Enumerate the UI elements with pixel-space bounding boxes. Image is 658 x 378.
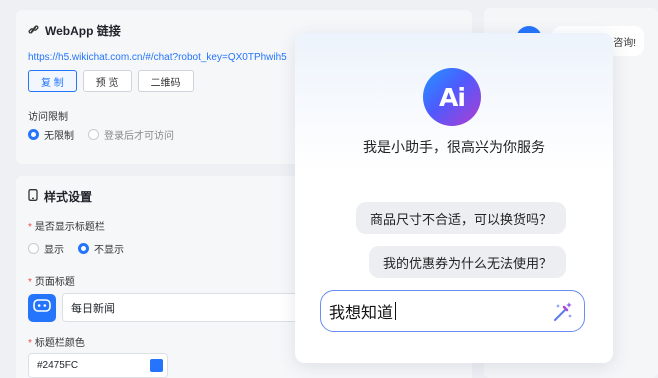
titlebar-hide-label: 不显示	[94, 245, 124, 256]
titlebar-color-input[interactable]: #2475FC	[28, 353, 168, 378]
link-icon	[28, 24, 39, 38]
ai-logo-text: Ai	[439, 82, 466, 112]
phone-icon	[28, 189, 38, 204]
preview-button[interactable]: 预 览	[82, 70, 132, 92]
radio-checked-icon	[28, 129, 39, 140]
webapp-url[interactable]: https://h5.wikichat.com.cn/#/chat?robot_…	[28, 52, 287, 63]
radio-checked-icon	[78, 243, 89, 254]
magic-wand-icon[interactable]	[550, 300, 574, 329]
assistant-greeting: 我是小助手，很高兴为你服务	[363, 139, 545, 155]
style-settings-title: 样式设置	[28, 188, 92, 205]
page-title-label: * 页面标题	[28, 277, 75, 288]
radio-unchecked-icon	[88, 129, 99, 140]
access-unlimited-radio[interactable]: 无限制	[28, 127, 74, 142]
access-login-radio[interactable]: 登录后才可访问	[88, 127, 174, 142]
titlebar-show-label: 显示	[44, 245, 64, 256]
style-title-text: 样式设置	[44, 190, 93, 204]
suggested-question[interactable]: 我的优惠券为什么无法使用？	[368, 246, 566, 278]
access-unlimited-label: 无限制	[44, 131, 74, 142]
titlebar-show-radio[interactable]: 显示	[28, 241, 64, 256]
access-login-label: 登录后才可访问	[104, 131, 174, 142]
titlebar-hide-radio[interactable]: 不显示	[78, 241, 124, 256]
ai-logo: Ai	[423, 68, 481, 126]
show-titlebar-label: * 是否显示标题栏	[28, 222, 105, 233]
webapp-title-text: WebApp 链接	[45, 24, 121, 38]
page-title-input[interactable]: 每日新闻	[62, 293, 302, 322]
robot-avatar-button[interactable]	[28, 294, 56, 322]
radio-unchecked-icon	[28, 243, 39, 254]
assistant-input-text: 我想知道	[329, 305, 394, 322]
color-swatch[interactable]	[150, 359, 163, 372]
robot-face-icon	[33, 298, 51, 318]
assistant-input[interactable]: 我想知道	[320, 290, 585, 332]
titlebar-color-label: * 标题栏颜色	[28, 338, 85, 349]
text-cursor	[395, 302, 397, 320]
webapp-link-title: WebApp 链接	[28, 22, 121, 39]
access-limit-label: 访问限制	[28, 112, 68, 123]
copy-button[interactable]: 复 制	[28, 70, 77, 92]
assistant-popup: Ai 我是小助手，很高兴为你服务 商品尺寸不合适，可以换货吗？ 我的优惠券为什么…	[295, 33, 613, 363]
qrcode-button[interactable]: 二维码	[137, 70, 194, 92]
suggested-question[interactable]: 商品尺寸不合适，可以换货吗？	[355, 202, 566, 234]
